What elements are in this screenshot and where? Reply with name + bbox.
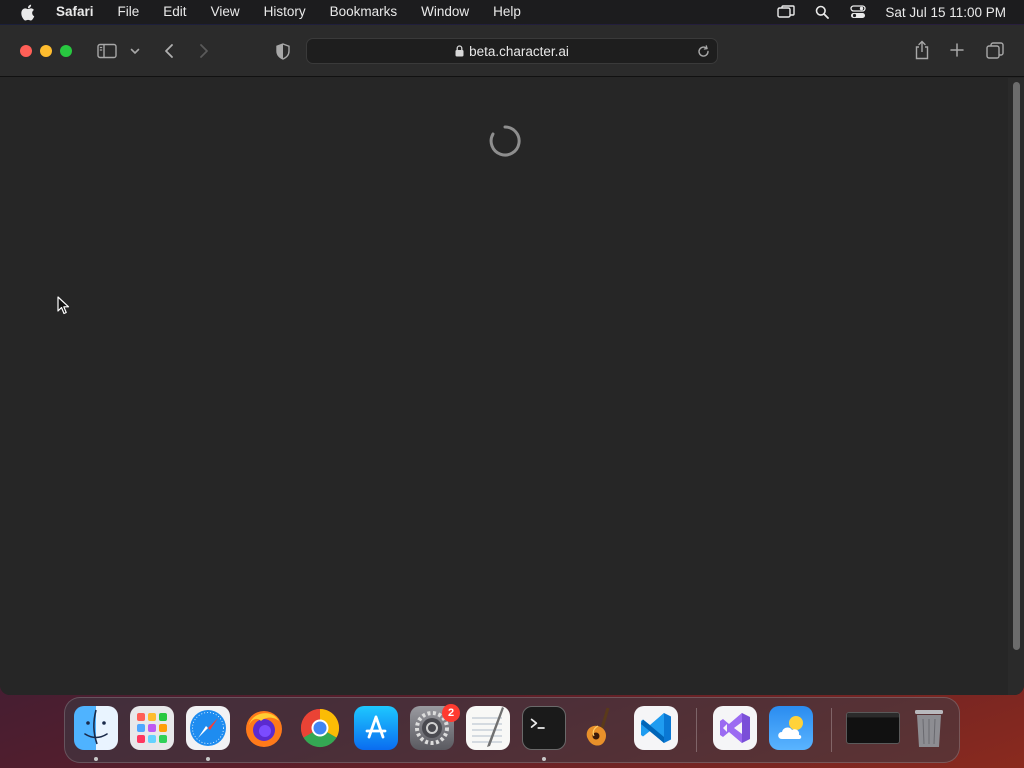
menu-window[interactable]: Window (409, 0, 481, 24)
maximize-window-button[interactable] (60, 45, 72, 57)
running-indicator (94, 757, 98, 761)
privacy-shield-icon[interactable] (274, 41, 292, 61)
running-indicator (206, 757, 210, 761)
menu-app-name[interactable]: Safari (50, 0, 106, 24)
control-center-icon[interactable] (849, 4, 867, 20)
scrollbar-thumb[interactable] (1013, 82, 1020, 650)
reload-icon[interactable] (695, 43, 711, 59)
back-arrow-icon[interactable] (160, 41, 178, 61)
dock-finder-icon[interactable] (74, 706, 118, 750)
dock-weather-icon[interactable] (769, 706, 813, 750)
vertical-scrollbar[interactable] (1008, 78, 1024, 695)
dock-app-store-icon[interactable] (354, 706, 398, 750)
dock-visual-studio-icon[interactable] (713, 706, 757, 750)
dock-launchpad-icon[interactable] (130, 706, 174, 750)
safari-window: beta.character.ai (0, 25, 1024, 695)
dock-trash-icon[interactable] (907, 706, 951, 750)
running-indicator (542, 757, 546, 761)
tab-overview-icon[interactable] (985, 40, 1005, 60)
dock-textedit-icon[interactable] (466, 706, 510, 750)
dock-firefox-icon[interactable] (242, 706, 286, 750)
menu-bookmarks[interactable]: Bookmarks (318, 0, 410, 24)
dock-window-preview-icon[interactable] (846, 712, 900, 744)
loading-spinner-icon (489, 125, 521, 157)
dock-separator (696, 708, 697, 752)
new-tab-plus-icon[interactable] (948, 41, 966, 59)
dock-garageband-icon[interactable] (578, 706, 622, 750)
menu-bar: Safari File Edit View History Bookmarks … (0, 0, 1024, 24)
menu-edit[interactable]: Edit (151, 0, 198, 24)
menu-view[interactable]: View (199, 0, 252, 24)
screen-mirroring-icon[interactable] (777, 4, 796, 20)
spotlight-search-icon[interactable] (813, 4, 831, 20)
minimize-window-button[interactable] (40, 45, 52, 57)
notification-badge: 2 (442, 704, 460, 722)
dock-terminal-icon[interactable] (522, 706, 566, 750)
dock: 2 (64, 697, 960, 763)
menu-history[interactable]: History (252, 0, 318, 24)
mouse-pointer-icon (57, 296, 70, 315)
web-content[interactable] (0, 78, 1024, 695)
browser-toolbar: beta.character.ai (0, 25, 1024, 77)
lock-icon (455, 45, 464, 57)
sidebar-toggle-icon[interactable] (96, 41, 118, 61)
menu-file[interactable]: File (106, 0, 152, 24)
apple-menu-icon[interactable] (18, 3, 36, 21)
url-text: beta.character.ai (469, 43, 569, 59)
chevron-down-icon[interactable] (129, 44, 141, 58)
dock-chrome-icon[interactable] (298, 706, 342, 750)
close-window-button[interactable] (20, 45, 32, 57)
share-icon[interactable] (912, 39, 932, 61)
dock-safari-icon[interactable] (186, 706, 230, 750)
dock-separator (831, 708, 832, 752)
menubar-clock[interactable]: Sat Jul 15 11:00 PM (885, 5, 1006, 20)
menu-help[interactable]: Help (481, 0, 533, 24)
forward-arrow-icon[interactable] (195, 41, 213, 61)
dock-vscode-icon[interactable] (634, 706, 678, 750)
address-bar[interactable]: beta.character.ai (306, 38, 718, 64)
